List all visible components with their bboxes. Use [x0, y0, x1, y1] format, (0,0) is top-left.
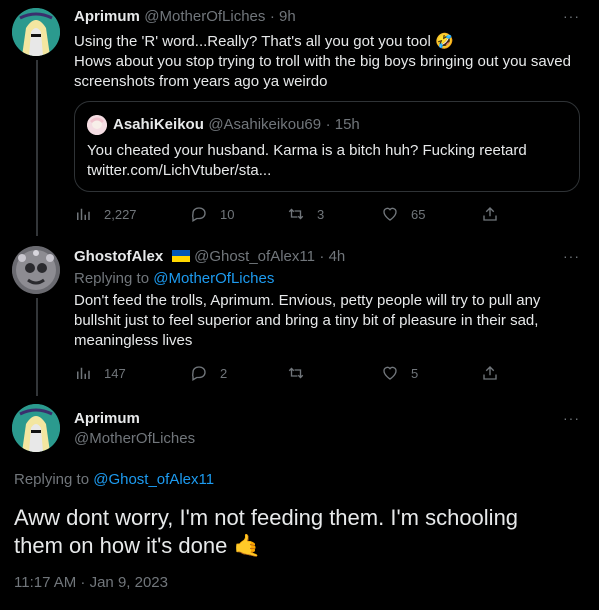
- like-button[interactable]: 5: [381, 364, 418, 382]
- replying-to-label: Replying to: [14, 471, 90, 488]
- tweet-text-line: Hows about you stop trying to troll with…: [74, 53, 571, 70]
- views-count: 147: [104, 365, 126, 381]
- views-icon: [77, 208, 90, 220]
- tweet-time[interactable]: · 4h: [319, 248, 345, 265]
- heart-icon: [383, 366, 397, 380]
- avatar-image: [12, 246, 60, 294]
- quote-header: AsahiKeikou @Asahikeikou69 · 15h: [113, 116, 360, 134]
- tweet-text: Don't feed the trolls, Aprimum. Envious,…: [74, 291, 589, 351]
- like-count: 65: [411, 206, 426, 222]
- replying-to-link[interactable]: @MotherOfLiches: [153, 270, 274, 287]
- quote-time: · 15h: [325, 116, 360, 133]
- tweet-text-line: Using the 'R' word...Really? That's all …: [74, 33, 454, 50]
- reply-button[interactable]: 2: [190, 364, 227, 382]
- quote-handle: @Asahikeikou69: [208, 116, 322, 133]
- quote-link[interactable]: twitter.com/LichVtuber/sta...: [87, 161, 567, 181]
- main-tweet-text: Aww dont worry, I'm not feeding them. I'…: [14, 504, 589, 560]
- tweet-text: Using the 'R' word...Really? That's all …: [74, 32, 589, 92]
- more-options-button[interactable]: ···: [563, 8, 580, 24]
- share-icon: [483, 366, 497, 380]
- quote-avatar: [87, 115, 107, 135]
- views-count: 2,227: [104, 206, 137, 222]
- retweet-icon: [288, 208, 304, 220]
- avatar[interactable]: [12, 404, 60, 452]
- tweet-text-line: Don't feed the trolls, Aprimum. Envious,…: [74, 292, 541, 309]
- avatar-image: [12, 8, 60, 56]
- more-options-button[interactable]: ···: [563, 248, 580, 264]
- quote-text: You cheated your husband. Karma is a bit…: [87, 141, 567, 181]
- retweet-count: 3: [317, 206, 325, 222]
- main-tweet-text-line: them on how it's done 🤙: [14, 533, 261, 558]
- avatar-image: [12, 404, 60, 452]
- handle[interactable]: @MotherOfLiches: [144, 8, 265, 25]
- reply-button[interactable]: 10: [190, 205, 234, 223]
- views-button[interactable]: 147: [74, 364, 126, 382]
- share-button[interactable]: [481, 205, 499, 223]
- avatar[interactable]: [12, 8, 60, 56]
- reply-count: 2: [220, 365, 228, 381]
- main-tweet-text-line: Aww dont worry, I'm not feeding them. I'…: [14, 505, 519, 530]
- views-button[interactable]: 2,227: [74, 205, 137, 223]
- thread-line: [36, 60, 38, 236]
- tweet-text-line: screenshots from years ago ya weirdo: [74, 73, 328, 90]
- tweet-header: Aprimum @MotherOfLiches · 9h: [74, 8, 296, 26]
- retweet-button[interactable]: 3: [287, 205, 324, 223]
- heart-icon: [383, 207, 397, 221]
- retweet-button[interactable]: [287, 364, 317, 382]
- retweet-icon: [288, 367, 304, 379]
- tweet-text-line: meaningless lives: [74, 332, 193, 349]
- reply-icon: [191, 207, 206, 222]
- tweet-text-line: bullshit just to feel superior and bring…: [74, 312, 539, 329]
- views-icon: [77, 367, 90, 379]
- like-button[interactable]: 65: [381, 205, 425, 223]
- more-options-button[interactable]: ···: [563, 410, 580, 426]
- quote-tweet[interactable]: AsahiKeikou @Asahikeikou69 · 15h You che…: [74, 101, 580, 192]
- thread-line: [36, 298, 38, 396]
- like-count: 5: [411, 365, 419, 381]
- handle[interactable]: @Ghost_ofAlex11: [194, 248, 315, 265]
- tweet-time[interactable]: · 9h: [270, 8, 296, 25]
- display-name[interactable]: Aprimum: [74, 410, 140, 427]
- quote-display-name: AsahiKeikou: [113, 116, 204, 133]
- tweet-timestamp[interactable]: 11:17 AM · Jan 9, 2023: [14, 574, 168, 591]
- share-icon: [483, 207, 497, 221]
- display-name[interactable]: Aprimum: [74, 8, 140, 25]
- tweet-header: GhostofAlex @Ghost_ofAlex11 · 4h: [74, 248, 345, 266]
- replying-to-link[interactable]: @Ghost_ofAlex11: [93, 471, 214, 488]
- handle[interactable]: @MotherOfLiches: [74, 430, 195, 447]
- avatar[interactable]: [12, 246, 60, 294]
- quote-text-line: You cheated your husband. Karma is a bit…: [87, 142, 527, 159]
- replying-to: Replying to @Ghost_ofAlex11: [14, 471, 214, 488]
- display-name[interactable]: GhostofAlex: [74, 248, 163, 265]
- replying-to-label: Replying to: [74, 270, 150, 287]
- reply-icon: [191, 366, 206, 381]
- quote-avatar-image: [87, 115, 107, 135]
- replying-to: Replying to @MotherOfLiches: [74, 270, 274, 287]
- share-button[interactable]: [481, 364, 499, 382]
- ukraine-flag-icon: [171, 250, 190, 262]
- reply-count: 10: [220, 206, 235, 222]
